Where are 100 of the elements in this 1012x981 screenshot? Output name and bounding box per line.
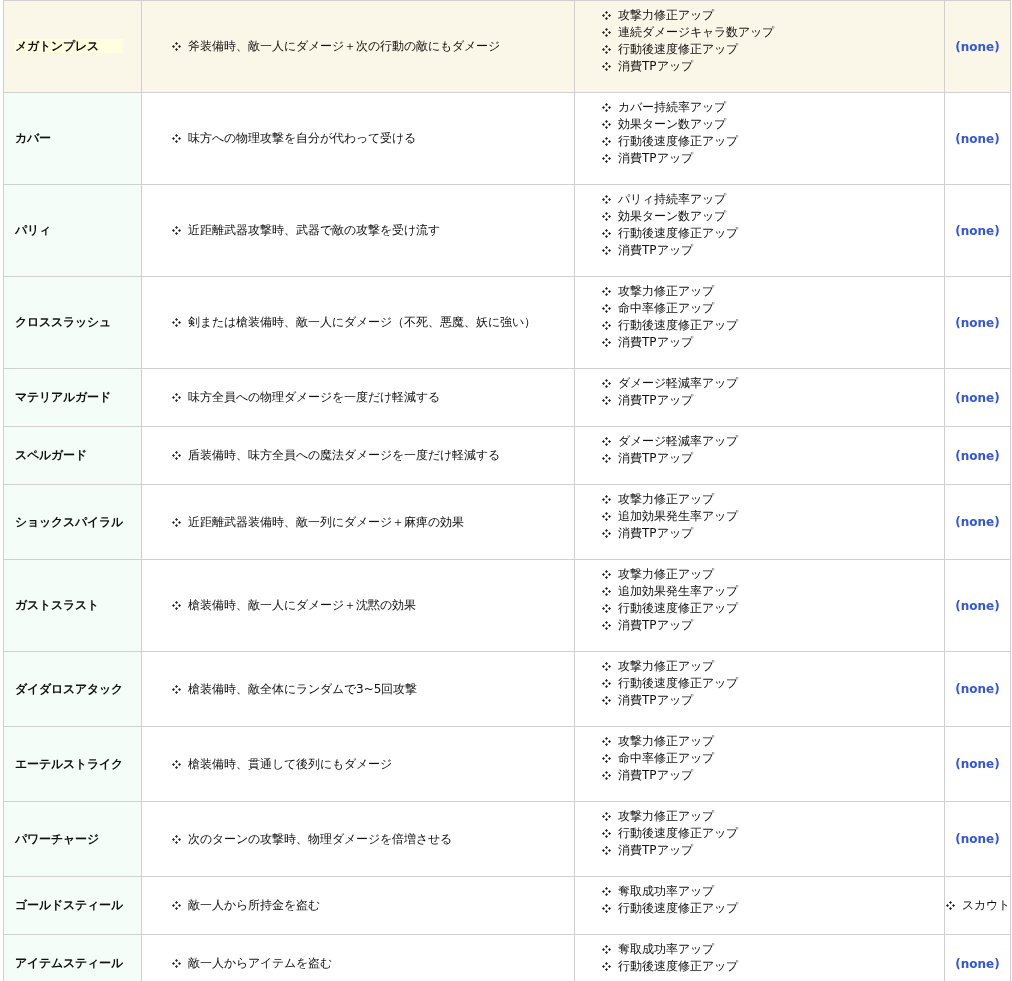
skill-name: マテリアルガード xyxy=(15,390,111,404)
diamond-bullet-icon xyxy=(602,829,611,838)
diamond-bullet-icon xyxy=(602,737,611,746)
skill-description: 斧装備時、敵一人にダメージ＋次の行動の敵にもダメージ xyxy=(188,38,500,55)
none-link[interactable]: (none) xyxy=(955,832,1000,846)
diamond-bullet-icon xyxy=(172,759,181,769)
diamond-bullet-icon xyxy=(602,379,611,388)
skill-description: 敵一人からアイテムを盗む xyxy=(188,955,332,972)
diamond-bullet-icon xyxy=(172,517,181,527)
diamond-bullet-icon xyxy=(602,287,611,296)
diamond-bullet-icon xyxy=(602,454,611,463)
upgrade-text: 行動後速度修正アップ xyxy=(618,958,738,975)
diamond-bullet-icon xyxy=(172,42,181,51)
diamond-bullet-icon xyxy=(172,601,181,610)
skill-description: 槍装備時、敵一人にダメージ＋沈黙の効果 xyxy=(188,597,416,614)
diamond-bullet-icon xyxy=(602,904,611,913)
skill-name: パワーチャージ xyxy=(15,831,99,846)
diamond-bullet-icon xyxy=(602,11,611,20)
upgrade-text: 消費TPアップ xyxy=(618,334,693,351)
upgrade-text: 消費TPアップ xyxy=(618,242,693,259)
upgrade-text: 消費TPアップ xyxy=(618,692,693,709)
diamond-bullet-icon xyxy=(602,246,611,255)
diamond-bullet-icon xyxy=(602,846,611,855)
diamond-bullet-icon xyxy=(602,437,611,446)
none-link[interactable]: (none) xyxy=(955,682,1000,696)
diamond-bullet-icon xyxy=(172,684,181,694)
skill-name: アイテムスティール xyxy=(15,956,123,970)
upgrade-text: 行動後速度修正アップ xyxy=(618,600,738,617)
skill-name: ダイダロスアタック xyxy=(15,681,123,696)
skill-name: ゴールドスティール xyxy=(15,898,123,912)
none-link[interactable]: (none) xyxy=(955,223,1000,238)
diamond-bullet-icon xyxy=(602,103,611,112)
diamond-bullet-icon xyxy=(602,945,611,954)
skill-description: 盾装備時、味方全員への魔法ダメージを一度だけ軽減する xyxy=(188,447,500,464)
upgrade-text: 消費TPアップ xyxy=(618,58,693,75)
skill-name: メガトンプレス xyxy=(15,39,123,53)
none-link[interactable]: (none) xyxy=(955,131,1000,146)
skill-name: パリィ xyxy=(15,223,51,237)
upgrade-text: 消費TPアップ xyxy=(618,617,693,634)
diamond-bullet-icon xyxy=(172,226,181,235)
skill-description: 次のターンの攻撃時、物理ダメージを倍増させる xyxy=(188,830,452,848)
diamond-bullet-icon xyxy=(602,137,611,146)
upgrade-text: 行動後速度修正アップ xyxy=(618,675,738,692)
diamond-bullet-icon xyxy=(602,696,611,705)
skill-description: 槍装備時、敵全体にランダムで3~5回攻撃 xyxy=(188,680,418,698)
skill-description: 敵一人から所持金を盗む xyxy=(188,897,320,914)
upgrade-text: 攻撃力修正アップ xyxy=(618,7,714,24)
upgrade-text: 行動後速度修正アップ xyxy=(618,133,738,150)
diamond-bullet-icon xyxy=(172,134,181,143)
diamond-bullet-icon xyxy=(602,495,611,504)
none-link[interactable]: (none) xyxy=(955,39,1000,54)
diamond-bullet-icon xyxy=(602,28,611,37)
none-link[interactable]: (none) xyxy=(955,390,1000,405)
none-link[interactable]: (none) xyxy=(955,598,1000,613)
diamond-bullet-icon xyxy=(602,321,611,330)
upgrade-text: 追加効果発生率アップ xyxy=(618,583,738,600)
upgrade-text: 攻撃力修正アップ xyxy=(618,808,714,825)
upgrade-text: 効果ターン数アップ xyxy=(618,116,726,133)
skill-name: カバー xyxy=(15,131,51,145)
upgrade-text: ダメージ軽減率アップ xyxy=(618,375,738,392)
diamond-bullet-icon xyxy=(602,229,611,238)
upgrade-text: 消費TPアップ xyxy=(618,392,693,409)
upgrade-text: 奪取成功率アップ xyxy=(618,941,714,958)
diamond-bullet-icon xyxy=(602,195,611,204)
skill-name: クロススラッシュ xyxy=(15,315,111,329)
skill-description: 近距離武器攻撃時、武器で敵の攻撃を受け流す xyxy=(188,222,440,239)
diamond-bullet-icon xyxy=(602,962,611,971)
skill-name: ガストスラスト xyxy=(15,598,99,612)
upgrade-text: 攻撃力修正アップ xyxy=(618,283,714,300)
none-link[interactable]: (none) xyxy=(955,448,1000,463)
upgrade-text: 命中率修正アップ xyxy=(618,750,714,767)
none-link[interactable]: (none) xyxy=(955,515,1000,529)
diamond-bullet-icon xyxy=(602,679,611,688)
diamond-bullet-icon xyxy=(172,393,181,402)
upgrade-text: 行動後速度修正アップ xyxy=(618,900,738,917)
diamond-bullet-icon xyxy=(602,662,611,671)
upgrade-text: 行動後速度修正アップ xyxy=(618,225,738,242)
upgrade-text: 消費TPアップ xyxy=(618,150,693,167)
skill-description: 味方への物理攻撃を自分が代わって受ける xyxy=(188,130,416,147)
diamond-bullet-icon xyxy=(602,338,611,347)
diamond-bullet-icon xyxy=(602,45,611,54)
upgrade-text: 命中率修正アップ xyxy=(618,300,714,317)
upgrade-text: 消費TPアップ xyxy=(618,842,693,859)
diamond-bullet-icon xyxy=(172,834,181,844)
upgrade-text: 行動後速度修正アップ xyxy=(618,41,738,58)
diamond-bullet-icon xyxy=(172,901,181,910)
upgrade-text: 行動後速度修正アップ xyxy=(618,825,738,842)
none-link[interactable]: (none) xyxy=(955,757,1000,771)
upgrade-text: 奪取成功率アップ xyxy=(618,883,714,900)
upgrade-text: 効果ターン数アップ xyxy=(618,208,726,225)
skill-name: スペルガード xyxy=(15,448,87,462)
diamond-bullet-icon xyxy=(602,120,611,129)
diamond-bullet-icon xyxy=(602,396,611,405)
none-link[interactable]: (none) xyxy=(955,315,1000,330)
diamond-bullet-icon xyxy=(602,62,611,71)
skill-name: エーテルストライク xyxy=(15,756,123,771)
upgrade-text: カバー持続率アップ xyxy=(618,99,726,116)
diamond-bullet-icon xyxy=(602,304,611,313)
upgrade-text: 攻撃力修正アップ xyxy=(618,658,714,675)
upgrade-text: 連続ダメージキャラ数アップ xyxy=(618,24,774,41)
